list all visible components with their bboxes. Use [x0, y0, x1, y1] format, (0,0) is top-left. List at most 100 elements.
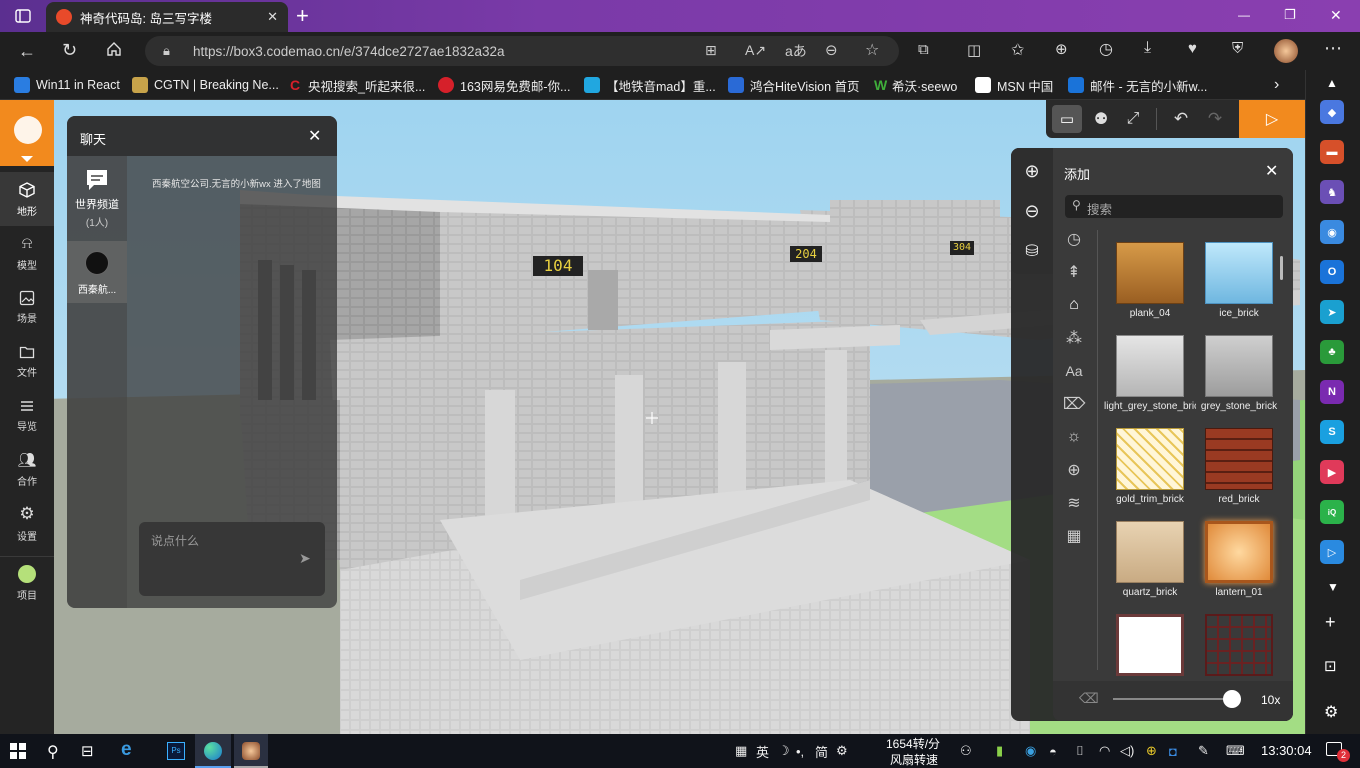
task-view-icon[interactable]: ⊟	[81, 742, 94, 760]
favorite-link[interactable]: CGTN | Breaking Ne...	[132, 76, 279, 94]
favorite-link[interactable]: C 央视搜索_听起来很...	[290, 76, 425, 94]
tool-scene[interactable]: 场景	[0, 280, 54, 334]
tool-guide[interactable]: 导览	[0, 388, 54, 442]
tool-terrain[interactable]: 地形	[0, 172, 54, 226]
block-item[interactable]	[1199, 614, 1279, 680]
youku-icon[interactable]: ▶	[1320, 460, 1344, 484]
search-box[interactable]: ⚲ 搜索	[1065, 195, 1283, 218]
battery-icon[interactable]: ▮	[996, 742, 1003, 760]
favorite-star-icon[interactable]: ☆	[865, 40, 879, 60]
tag-icon[interactable]: ◆	[1320, 100, 1344, 124]
favorite-link[interactable]: 【地铁音mad】重...	[584, 76, 716, 94]
remove-circle-icon[interactable]: ⊖	[1019, 198, 1045, 224]
volume-icon[interactable]: ◁)	[1120, 742, 1134, 760]
performance-icon[interactable]: ♥	[1188, 40, 1197, 57]
tool-collaborate[interactable]: 👥︎ 合作	[0, 442, 54, 496]
block-item[interactable]: light_grey_stone_brick	[1104, 335, 1196, 412]
favorites-more-icon[interactable]: ›	[1274, 76, 1279, 94]
iqiyi-icon[interactable]: iQ	[1320, 500, 1344, 524]
ime-mode[interactable]: 简	[815, 742, 828, 760]
slider-knob[interactable]	[1223, 690, 1241, 708]
more-options-icon[interactable]: ⋯	[1324, 38, 1342, 59]
security-icon[interactable]: ⛨	[1232, 40, 1243, 57]
send-icon[interactable]: ➤	[299, 550, 311, 567]
wifi-icon[interactable]: ◠	[1099, 742, 1110, 760]
screenshot-icon[interactable]: ⊡	[1324, 657, 1337, 675]
sidebar-settings-icon[interactable]: ⚙	[1324, 702, 1338, 722]
profile-avatar[interactable]	[1274, 39, 1298, 63]
new-tab-button[interactable]: +	[296, 3, 309, 29]
scrollbar[interactable]	[1280, 256, 1283, 280]
close-tab-icon[interactable]: ✕	[267, 9, 278, 25]
codemao-logo[interactable]	[0, 100, 54, 166]
redo-icon[interactable]: ↷	[1200, 105, 1230, 133]
onenote-icon[interactable]: N	[1320, 380, 1344, 404]
chess-icon[interactable]: ♞	[1320, 180, 1344, 204]
translate-icon[interactable]: aあ	[785, 41, 807, 61]
layers-icon[interactable]: ≋	[1053, 489, 1095, 517]
ie-icon[interactable]: e	[121, 739, 132, 761]
close-chat-icon[interactable]: ✕	[308, 126, 321, 146]
extensions-icon[interactable]: ⧉	[918, 41, 929, 58]
block-item[interactable]: lantern_01	[1199, 521, 1279, 598]
copilot-icon[interactable]: ◉	[1320, 220, 1344, 244]
add-circle-icon[interactable]: ⊕	[1019, 158, 1045, 184]
chevron-down-icon[interactable]: ▼	[1327, 580, 1339, 594]
refresh-icon[interactable]: ↻	[62, 40, 77, 61]
favorite-link[interactable]: MSN 中国	[975, 76, 1053, 94]
tray-plus-icon[interactable]: ⊕	[1146, 742, 1157, 760]
usb-icon[interactable]: ⌷	[1076, 742, 1084, 760]
clock[interactable]: 13:30:04	[1261, 743, 1312, 758]
moon-icon[interactable]: ☽	[778, 742, 790, 760]
active-tab[interactable]: 神奇代码岛: 岛三写字楼 ✕	[46, 2, 288, 32]
send-icon[interactable]: ➤	[1320, 300, 1344, 324]
cluster-icon[interactable]: ⁂	[1053, 324, 1095, 352]
collections-icon[interactable]: ⊕	[1055, 40, 1068, 58]
windows-start-icon[interactable]	[10, 743, 26, 759]
favorite-link[interactable]: 鸿合HiteVision 首页	[728, 76, 860, 94]
search-placeholder[interactable]: 搜索	[1087, 199, 1112, 218]
zoom-icon[interactable]: ⊖	[825, 41, 838, 59]
outlook-icon[interactable]: O	[1320, 260, 1344, 284]
close-add-panel-icon[interactable]: ✕	[1265, 161, 1278, 181]
resize-icon[interactable]: ⤢	[1118, 105, 1148, 133]
bug-icon[interactable]: ⚉	[1086, 105, 1116, 133]
url-text[interactable]: https://box3.codemao.cn/e/374dce2727ae18…	[193, 44, 505, 59]
tray-shield-icon[interactable]: ◘	[1169, 742, 1177, 760]
tray-app-icon[interactable]: ◉	[1025, 742, 1036, 760]
minimize-button[interactable]: —	[1238, 8, 1250, 22]
world-channel[interactable]: 世界频道 (1人)	[67, 166, 127, 236]
text-icon[interactable]: Aa	[1053, 357, 1095, 385]
maximize-button[interactable]: ❐	[1284, 7, 1296, 23]
back-icon[interactable]: ←	[18, 41, 36, 62]
ime-lang[interactable]: 英	[756, 742, 769, 760]
pen-icon[interactable]: ✎	[1198, 742, 1209, 760]
collapse-up-icon[interactable]: ▲	[1326, 76, 1338, 90]
block-item[interactable]: gold_trim_brick	[1110, 428, 1190, 505]
close-window-button[interactable]: ✕	[1330, 7, 1342, 24]
favorite-link[interactable]: Win11 in React	[14, 76, 120, 94]
split-screen-icon[interactable]: ◫	[967, 41, 981, 59]
play-icon[interactable]: ▷	[1239, 100, 1305, 138]
tag-icon[interactable]: ⌦	[1053, 390, 1095, 418]
block-item[interactable]: ice_brick	[1199, 242, 1279, 319]
chat-icon[interactable]: ▭	[1052, 105, 1082, 133]
qq-icon[interactable]: ◓	[1049, 742, 1057, 760]
favorite-link[interactable]: 邮件 - 无言的小新w...	[1068, 76, 1207, 94]
nature-icon[interactable]: ⇞	[1053, 258, 1095, 286]
user-channel[interactable]: 西秦航...	[67, 241, 127, 303]
home-category-icon[interactable]: ⌂	[1053, 291, 1095, 319]
block-item[interactable]: quartz_brick	[1110, 521, 1190, 598]
add-category-icon[interactable]: ⊕	[1053, 456, 1095, 484]
favorite-link[interactable]: W 希沃·seewo	[874, 76, 957, 94]
tool-files[interactable]: 文件	[0, 334, 54, 388]
favorite-link[interactable]: 163网易免费邮-你...	[438, 76, 570, 94]
tab-actions-icon[interactable]	[12, 7, 34, 25]
skype-icon[interactable]: S	[1320, 420, 1344, 444]
paint-bucket-icon[interactable]: ⛁	[1019, 238, 1045, 264]
tool-project[interactable]: 项目	[0, 556, 54, 610]
recent-icon[interactable]: ◷	[1053, 225, 1095, 253]
history-icon[interactable]: ◷	[1099, 39, 1113, 59]
lock-icon[interactable]: 🔒︎	[163, 43, 170, 59]
keyboard-icon[interactable]: ▦	[735, 742, 747, 760]
